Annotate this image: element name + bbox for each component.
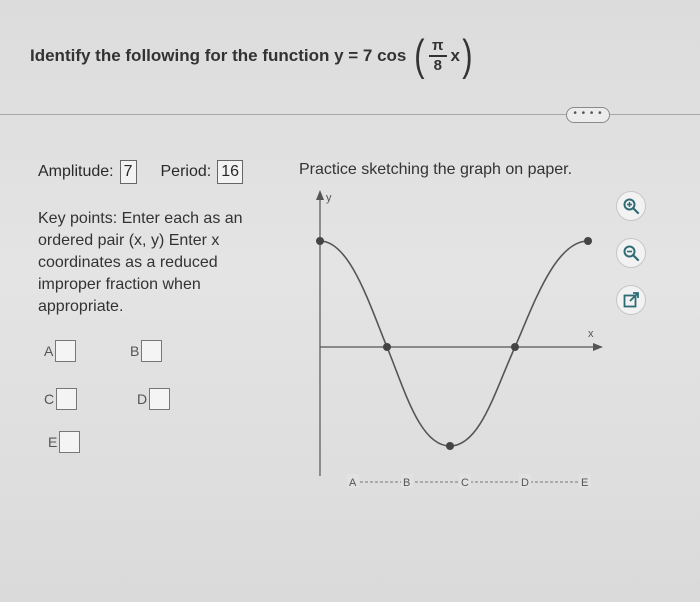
period-answer[interactable]: 16 [217,160,243,184]
x-axis-arrow [593,343,603,351]
question-prefix: Identify the following for the function … [30,46,407,65]
zoom-in-button[interactable] [616,191,646,221]
practice-graph: y x A B C D E [305,186,615,501]
question-text: Identify the following for the function … [30,34,475,78]
more-button[interactable]: • • • • [566,107,610,123]
key-point-d-input[interactable] [149,388,171,410]
bottom-label-e: E [581,477,588,489]
amplitude-period-row: Amplitude: 7 Period: 16 [38,160,243,184]
key-point-label: E [48,434,58,450]
key-point-b: B [130,340,163,362]
bottom-label-d: D [521,477,529,489]
bottom-label-b: B [403,477,410,489]
key-point-c: C [44,388,78,410]
bottom-label-c: C [461,477,469,489]
key-point-marker-a [316,237,324,245]
cosine-curve [319,240,589,447]
y-axis-label: y [326,192,332,204]
x-axis-label: x [588,328,594,340]
graph-title: Practice sketching the graph on paper. [299,161,573,178]
key-point-d: D [137,388,171,410]
fraction-denominator: 8 [433,57,442,74]
key-point-c-input[interactable] [56,388,78,410]
key-point-label: C [44,391,55,407]
amplitude-answer[interactable]: 7 [119,160,137,184]
zoom-out-button[interactable] [616,238,646,268]
key-point-a-input[interactable] [55,340,77,362]
key-point-marker-e [584,237,592,245]
key-point-e-input[interactable] [59,431,81,453]
key-point-label: D [137,391,148,407]
amplitude-label: Amplitude: [38,163,114,180]
right-paren: ) [462,31,473,80]
function-argument: ( π 8 x ) [412,34,474,78]
zoom-out-icon [623,245,640,262]
zoom-in-icon [623,198,640,215]
key-point-label: A [44,343,54,359]
bottom-label-a: A [349,477,357,489]
period-label: Period: [160,163,212,180]
key-points-instructions: Key points: Enter each as an ordered pai… [38,210,243,315]
fraction-numerator: π [429,37,447,57]
left-paren: ( [414,31,425,80]
popout-icon [623,292,639,308]
key-point-b-input[interactable] [141,340,163,362]
fraction: π 8 [429,37,447,75]
key-point-a: A [44,340,77,362]
function-variable: x [450,46,460,65]
key-point-marker-d [511,343,519,351]
popout-button[interactable] [616,285,646,315]
key-point-e: E [48,431,81,453]
key-point-marker-c [446,442,454,450]
key-point-marker-b [383,343,391,351]
y-axis-arrow [316,190,324,200]
key-point-label: B [130,343,140,359]
